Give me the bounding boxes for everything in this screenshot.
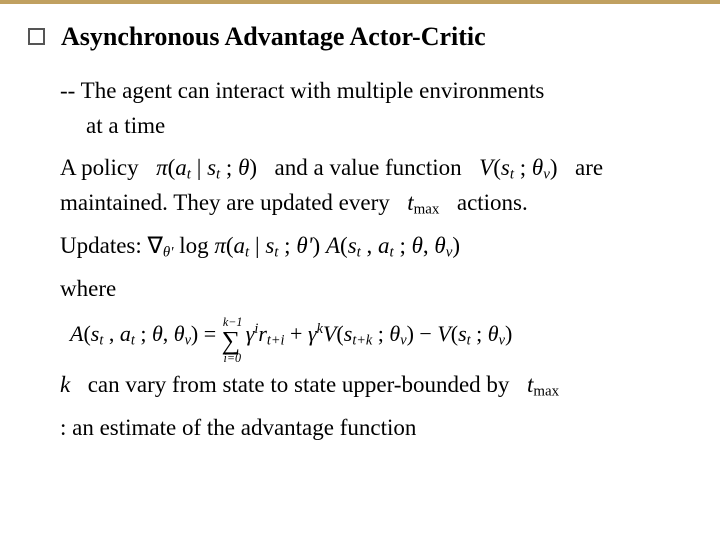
tmax-symbol: tmax bbox=[407, 190, 445, 215]
intro-line-2: at a time bbox=[86, 113, 165, 138]
policy-mid: and a value function bbox=[275, 155, 462, 180]
policy-tail: are bbox=[575, 155, 603, 180]
where-label: where bbox=[60, 272, 680, 307]
heading-row: Asynchronous Advantage Actor-Critic bbox=[28, 22, 680, 52]
advantage-equation: A(st , at ; θ, θv) = k−1 ∑ i=0 γirt+i + … bbox=[70, 317, 680, 354]
maintained-text: maintained. They are updated every bbox=[60, 190, 390, 215]
updates-label: Updates: bbox=[60, 233, 142, 258]
actions-word: actions. bbox=[457, 190, 528, 215]
tmax-symbol-2: tmax bbox=[527, 372, 559, 397]
value-formula: V(st ; θv) bbox=[479, 155, 563, 180]
updates-line: Updates: ∇θ' log π(at | st ; θ') A(st , … bbox=[60, 229, 680, 264]
intro-line-1: -- The agent can interact with multiple … bbox=[60, 78, 544, 103]
bullet-icon bbox=[28, 28, 45, 45]
slide: Asynchronous Advantage Actor-Critic -- T… bbox=[0, 0, 720, 540]
slide-body: -- The agent can interact with multiple … bbox=[60, 74, 680, 446]
k-symbol: k bbox=[60, 372, 70, 397]
updates-formula: ∇θ' log π(at | st ; θ') A(st , at ; θ, θ… bbox=[148, 233, 461, 258]
policy-formula: π(at | st ; θ) bbox=[156, 155, 263, 180]
slide-title: Asynchronous Advantage Actor-Critic bbox=[61, 22, 486, 52]
k-text: can vary from state to state upper-bound… bbox=[88, 372, 510, 397]
policy-value-line: A policy π(at | st ; θ) and a value func… bbox=[60, 151, 680, 221]
intro-line: -- The agent can interact with multiple … bbox=[60, 74, 680, 143]
k-line: k can vary from state to state upper-bou… bbox=[60, 368, 680, 403]
policy-intro: A policy bbox=[60, 155, 139, 180]
estimate-line: : an estimate of the advantage function bbox=[60, 411, 680, 446]
